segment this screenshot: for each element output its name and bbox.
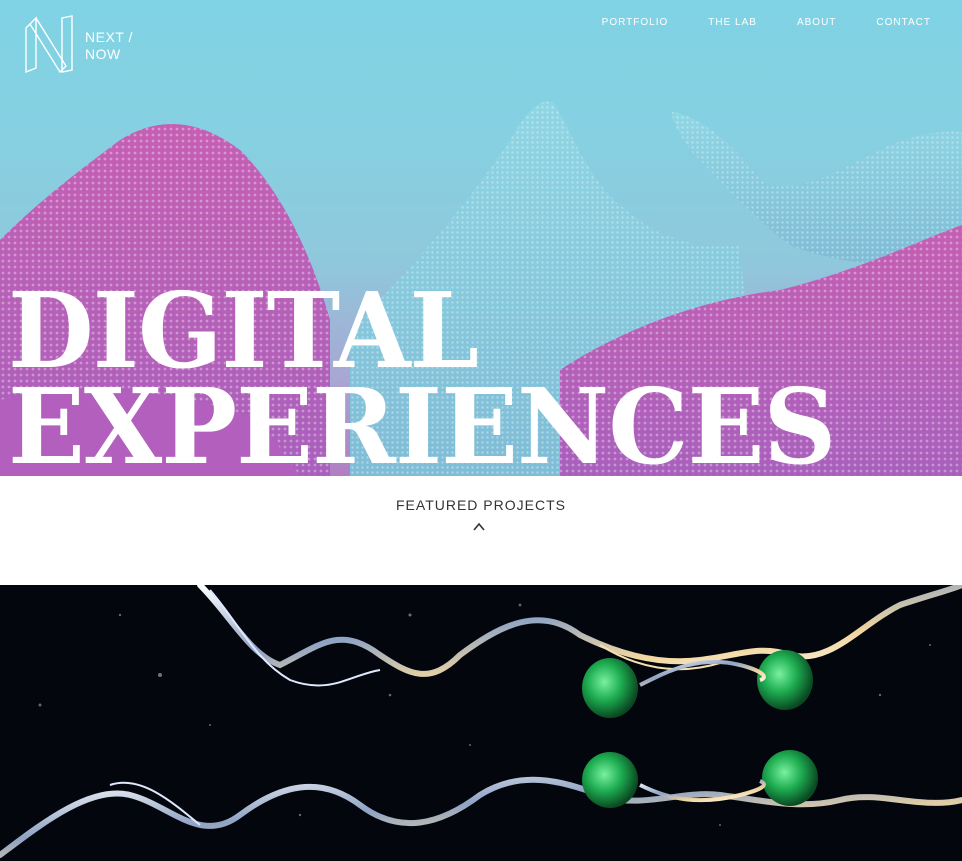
featured-projects-label: FEATURED PROJECTS	[396, 497, 566, 513]
hero-section: NEXT / NOW PORTFOLIO THE LAB ABOUT CONTA…	[0, 0, 962, 476]
chevron-up-icon[interactable]	[470, 520, 488, 532]
brand-line-1: NEXT /	[85, 29, 133, 45]
hero-headline-line-2: EXPERIENCES	[8, 365, 836, 477]
featured-projects-section: FEATURED PROJECTS	[0, 476, 962, 585]
n-monogram-icon	[25, 15, 73, 74]
brand-logo[interactable]: NEXT / NOW	[22, 14, 133, 76]
featured-project-image[interactable]	[0, 585, 962, 861]
hero-headline: DIGITAL EXPERIENCES	[8, 279, 861, 477]
project-artwork	[0, 585, 962, 858]
nav-about[interactable]: ABOUT	[797, 17, 836, 28]
brand-line-2: NOW	[85, 46, 121, 62]
main-nav: PORTFOLIO THE LAB ABOUT CONTACT	[602, 17, 931, 28]
nav-the-lab[interactable]: THE LAB	[708, 17, 757, 28]
nav-contact[interactable]: CONTACT	[876, 17, 931, 28]
brand-name: NEXT / NOW	[85, 29, 133, 63]
nav-portfolio[interactable]: PORTFOLIO	[602, 17, 669, 28]
